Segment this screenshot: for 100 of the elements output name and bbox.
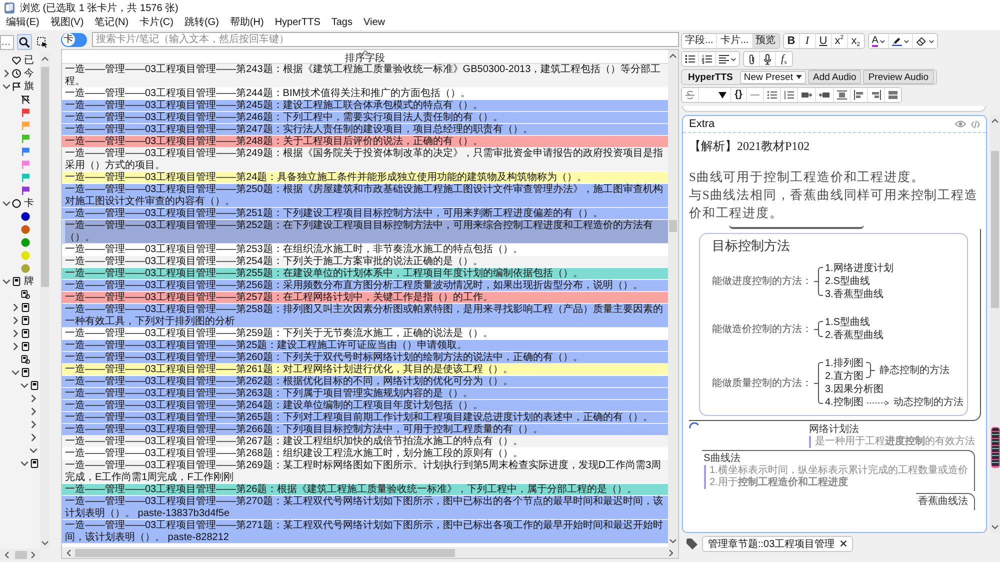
table-row[interactable]: 一造——管理——03工程项目管理——第24题：具备独立施工条件并能形成独立使用功能的建筑物及构筑物称为（）。 <box>62 172 668 184</box>
table-row[interactable]: 一造——管理——03工程项目管理——第260题：下列关于双代号时标网络计划的绘制方法的说法中，正确的有（）。 <box>62 352 668 364</box>
deck-icon[interactable] <box>21 329 30 338</box>
format-button[interactable]: x$^{2}$ <box>832 34 848 48</box>
deck-icon[interactable] <box>21 368 30 377</box>
table-row[interactable]: 一造——管理——03工程项目管理——第266题：下列项目目标控制方法中，可用于控制工程质量的有（）。 <box>62 424 668 436</box>
mode-toggle[interactable]: 卡 <box>61 32 87 46</box>
table-row[interactable]: 一造——管理——03工程项目管理——第251题：下列建设工程项目目标控制方法中，可用来判断工程进度偏差的有（）。 <box>62 208 668 220</box>
align-left-button[interactable] <box>851 88 868 102</box>
deck-icon[interactable] <box>30 459 39 468</box>
status-dot-icon[interactable] <box>21 251 30 260</box>
search-field[interactable]: … <box>0 34 14 50</box>
bullet-list-button[interactable] <box>764 88 781 102</box>
table-row[interactable]: 一造——管理——03工程项目管理——第259题：下列关于无节奏流水施工，正确的说法是（）。 <box>62 328 668 340</box>
select-button[interactable] <box>35 34 50 50</box>
menu-item[interactable]: 编辑(E) <box>6 17 40 29</box>
chevron-right-icon[interactable] <box>29 407 38 416</box>
table-row[interactable]: 一造——管理——03工程项目管理——第249题：根据《国务院关于投资体制改革的决定》，只需审批资金申请报告的政府投资项目是指采用（）方式的项目。 <box>62 148 668 172</box>
status-dot-icon[interactable] <box>21 212 30 221</box>
table-row[interactable]: 一造——管理——03工程项目管理——第25题：建设工程施工许可证应当由（）申请领取。 <box>62 340 668 352</box>
chevron-down-icon[interactable] <box>29 446 38 455</box>
table-row[interactable]: 一造——管理——03工程项目管理——第258题：排列图又叫主次因素分析图或帕累特图，是用来寻找影响工程（产品）质量主要因素的一种有效工具，下列对于排列图的分析 <box>62 304 668 328</box>
scroll-up-icon[interactable] <box>41 55 49 63</box>
scroll-up-icon[interactable] <box>991 117 999 125</box>
horizontal-scrollbar[interactable] <box>62 547 678 558</box>
toolbar-button[interactable]: 字段... <box>682 34 718 48</box>
table-row[interactable]: 一造——管理——03工程项目管理——第271题：某工程双代号网络计划如下图所示，图中已标出各项工作的最早开始时间和最迟开始时间，该计划表明（）。 paste-828212 <box>62 520 668 544</box>
search-field[interactable]: 搜索卡片/笔记（输入文本，然后按回车键） <box>92 32 679 47</box>
menu-item[interactable]: View <box>364 17 385 29</box>
crossed-flag-icon[interactable] <box>21 95 30 104</box>
bullet-list-button[interactable] <box>682 52 699 66</box>
chevron-right-icon[interactable] <box>2 69 11 78</box>
sidebar-item[interactable]: 卡 <box>24 198 34 210</box>
table-row[interactable]: 一造——管理——03工程项目管理——第26题：根据《建筑工程施工质量验收统一标准》，下列工程中，属于分部工程的是（）。 <box>62 484 668 496</box>
code-icon[interactable] <box>971 120 980 128</box>
chevron-right-icon[interactable] <box>11 329 20 338</box>
filtered-deck-icon[interactable] <box>21 355 30 364</box>
chevron-down-icon[interactable] <box>2 82 11 91</box>
text-color-button[interactable]: A <box>868 34 890 48</box>
eye-icon[interactable] <box>955 120 966 128</box>
floating-widget[interactable] <box>991 427 1000 468</box>
format-button[interactable]: B <box>784 34 800 48</box>
scroll-left-icon[interactable] <box>3 550 11 558</box>
horizontal-scrollbar[interactable] <box>0 549 40 560</box>
scrollbar-thumb[interactable] <box>15 550 27 558</box>
sidebar-item[interactable]: 牌 <box>24 276 34 288</box>
editor-field[interactable] <box>682 106 986 112</box>
toolbar-button[interactable]: 预览 <box>752 34 779 48</box>
status-dot-icon[interactable] <box>21 238 30 247</box>
table-row[interactable]: 一造——管理——03工程项目管理——第262题：根据优化目标的不同，网络计划的优化可分为（）。 <box>62 376 668 388</box>
deck-icon[interactable] <box>21 342 30 351</box>
table-row[interactable]: 一造——管理——03工程项目管理——第269题：某工程时标网络图如下图所示。计划执行到第5周末检查实际进度，发现D工作尚需3周完成，E工作尚需1周完成，F工作刚刚 <box>62 460 668 484</box>
editor-field[interactable] <box>682 115 987 533</box>
eraser-button[interactable] <box>913 34 938 48</box>
table-row[interactable]: 一造——管理——03工程项目管理——第244题：BIM技术值得关注和推广的方面包括（）。 <box>62 88 668 100</box>
table-row[interactable]: 一造——管理——03工程项目管理——第247题：实行法人责任制的建设项目，项目总经理的职责有（）。 <box>62 124 668 136</box>
chevron-down-icon[interactable] <box>11 368 20 377</box>
table-row[interactable]: 一造——管理——03工程项目管理——第263题：下列属于项目管理实施规划内容的是（）。 <box>62 388 668 400</box>
tag-chip[interactable]: 管理章节题::03工程项目管理 <box>702 536 853 552</box>
highlight-button[interactable] <box>889 34 914 48</box>
vertical-scrollbar[interactable] <box>40 53 50 549</box>
scroll-up-icon[interactable] <box>669 52 677 60</box>
align-center-button[interactable] <box>834 88 851 102</box>
sidebar-item[interactable]: 已 <box>24 54 34 66</box>
table-row[interactable]: 一造——管理——03工程项目管理——第261题：对工程网络计划进行优化，其目的是使该工程（）。 <box>62 364 668 376</box>
menu-item[interactable]: HyperTTS <box>274 17 320 29</box>
chevron-down-icon[interactable] <box>20 381 29 390</box>
deck-icon[interactable] <box>30 381 39 390</box>
chevron-right-icon[interactable] <box>11 342 20 351</box>
deck-icon[interactable] <box>21 303 30 312</box>
deck-icon[interactable] <box>12 277 21 286</box>
table-row[interactable]: 一造——管理——03工程项目管理——第246题：下列工程中，需要实行项目法人责任制的有（）。 <box>62 112 668 124</box>
scrollbar-thumb[interactable] <box>669 220 677 232</box>
menu-item[interactable]: 笔记(N) <box>94 17 129 29</box>
table-row[interactable]: 一造——管理——03工程项目管理——第268题：组织建设工程流水施工时，划分施工段的原则有（）。 <box>62 448 668 460</box>
scroll-down-icon[interactable] <box>669 537 677 545</box>
chevron-right-icon[interactable] <box>29 394 38 403</box>
outdent-button[interactable] <box>816 88 834 102</box>
table-row[interactable]: 一造——管理——03工程项目管理——第250题：根据《房屋建筑和市政基础设施工程施工图设计文件审查管理办法》，施工图审查机构对施工图设计文件审查的内容有（）。 <box>62 184 668 208</box>
menu-item[interactable]: 帮助(H) <box>230 17 264 29</box>
strikethrough-button[interactable] <box>682 88 699 102</box>
scroll-down-icon[interactable] <box>991 523 999 531</box>
align-button[interactable] <box>716 52 739 66</box>
table-row[interactable]: 一造——管理——03工程项目管理——第252题：在下列建设工程项目目标控制方法中，可用来综合控制工程进度和工程造价的方法有（）。 <box>62 220 668 244</box>
table-row[interactable]: 一造——管理——03工程项目管理——第264题：建设单位编制的工程项目年度计划包括（）。 <box>62 400 668 412</box>
table-row[interactable]: 一造——管理——03工程项目管理——第245题：建设工程施工联合体承包模式的特点有（）。 <box>62 100 668 112</box>
menu-item[interactable]: 视图(V) <box>50 17 84 29</box>
table-row[interactable]: 一造——管理——03工程项目管理——第270题：某工程双代号网络计划如下图所示，图中已标出的各个节点的最早时间和最迟时间，该计划表明（）。 paste-13837b3d4f5e <box>62 496 668 520</box>
search-button[interactable] <box>17 34 32 50</box>
scroll-right-icon[interactable] <box>667 548 675 556</box>
chevron-down-icon[interactable] <box>2 277 11 286</box>
filtered-deck-icon[interactable] <box>21 290 30 299</box>
clock-icon[interactable] <box>12 69 21 78</box>
audio-button[interactable]: Add Audio <box>808 70 862 84</box>
numbered-list-button[interactable] <box>699 52 716 66</box>
menu-item[interactable]: 卡片(C) <box>140 17 174 29</box>
status-dot-icon[interactable] <box>21 264 30 273</box>
preset-dropdown[interactable]: New Preset <box>740 70 806 84</box>
table-row[interactable]: 一造——管理——03工程项目管理——第265题：下列对工程项目前期工作计划和工程项目建设总进度计划的表述中，正确的有（）。 <box>62 412 668 424</box>
scroll-left-icon[interactable] <box>65 548 73 556</box>
